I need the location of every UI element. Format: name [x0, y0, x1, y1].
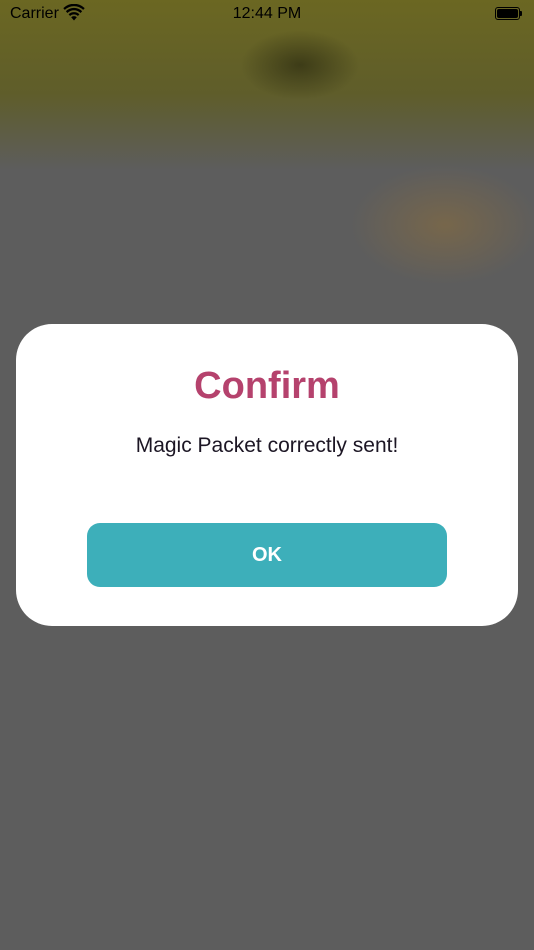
dialog-message: Magic Packet correctly sent!	[135, 434, 399, 457]
blurred-background-shape	[350, 165, 534, 285]
app-screen: Carrier 12:44 PM Confirm Magic Packet co…	[0, 0, 534, 950]
status-time: 12:44 PM	[232, 5, 302, 22]
ok-button[interactable]: OK	[87, 523, 447, 587]
battery-tip	[520, 11, 522, 16]
confirm-dialog: Confirm Magic Packet correctly sent! OK	[16, 324, 518, 626]
battery-icon	[495, 7, 523, 20]
battery-fill	[497, 9, 518, 18]
battery-shell	[495, 7, 520, 20]
dialog-title: Confirm	[194, 365, 340, 407]
blurred-background-shape	[240, 30, 360, 100]
status-bar: Carrier 12:44 PM	[0, 0, 534, 28]
